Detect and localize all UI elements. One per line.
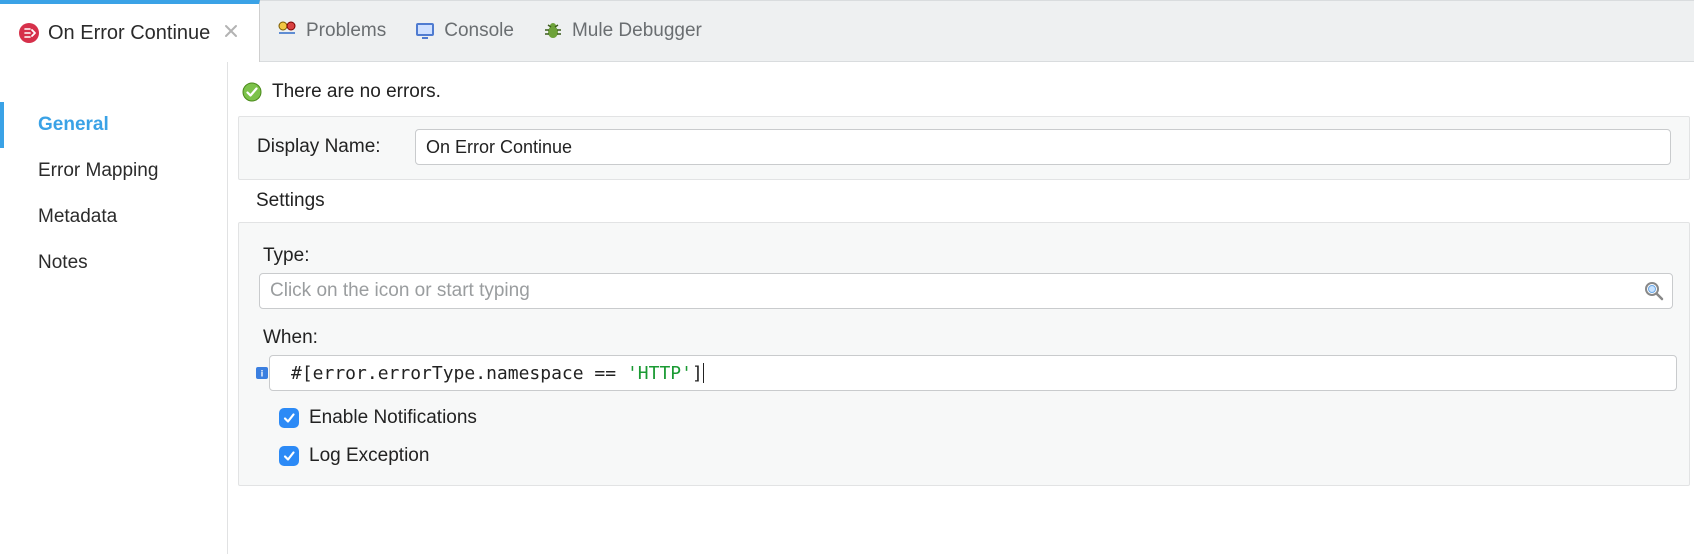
enable-notifications-label: Enable Notifications bbox=[309, 407, 477, 429]
body-row: General Error Mapping Metadata Notes The… bbox=[0, 62, 1694, 554]
status-line: There are no errors. bbox=[234, 74, 1694, 110]
enable-notifications-row: Enable Notifications bbox=[251, 407, 1677, 429]
view-label: Console bbox=[444, 20, 514, 42]
log-exception-checkbox[interactable] bbox=[279, 446, 299, 466]
settings-section: Type: When: bbox=[238, 222, 1690, 486]
bug-icon bbox=[542, 20, 564, 42]
when-field: When: i #[error.errorType.namespace == '… bbox=[251, 327, 1677, 391]
type-label: Type: bbox=[255, 245, 1677, 267]
log-exception-label: Log Exception bbox=[309, 445, 429, 467]
svg-text:i: i bbox=[261, 369, 264, 379]
type-input[interactable] bbox=[259, 273, 1673, 309]
view-mule-debugger[interactable]: Mule Debugger bbox=[542, 20, 702, 42]
sidebar-item-label: Metadata bbox=[38, 206, 117, 227]
close-icon[interactable] bbox=[224, 24, 238, 43]
log-exception-row: Log Exception bbox=[251, 445, 1677, 467]
status-text: There are no errors. bbox=[272, 81, 441, 103]
sidebar-item-error-mapping[interactable]: Error Mapping bbox=[0, 148, 227, 194]
type-input-wrap bbox=[255, 273, 1677, 309]
when-input[interactable] bbox=[269, 355, 1677, 391]
views-bar: Problems Console Mule Debugger bbox=[260, 0, 1694, 62]
type-field: Type: bbox=[251, 245, 1677, 309]
display-name-row: Display Name: bbox=[257, 129, 1671, 165]
when-input-wrap: i #[error.errorType.namespace == 'HTTP'] bbox=[255, 355, 1677, 391]
view-label: Mule Debugger bbox=[572, 20, 702, 42]
display-name-section: Display Name: bbox=[238, 116, 1690, 180]
sidebar: General Error Mapping Metadata Notes bbox=[0, 62, 228, 554]
error-continue-icon bbox=[18, 22, 40, 44]
settings-title: Settings bbox=[234, 190, 1694, 216]
display-name-input[interactable] bbox=[415, 129, 1671, 165]
sidebar-item-label: Error Mapping bbox=[38, 160, 158, 181]
sidebar-item-label: Notes bbox=[38, 252, 88, 273]
info-icon: i bbox=[255, 366, 269, 380]
console-icon bbox=[414, 20, 436, 42]
view-problems[interactable]: Problems bbox=[276, 20, 386, 42]
editor-tab-title: On Error Continue bbox=[48, 22, 210, 45]
when-label: When: bbox=[255, 327, 1677, 349]
problems-icon bbox=[276, 20, 298, 42]
ok-check-icon bbox=[242, 82, 262, 102]
sidebar-item-general[interactable]: General bbox=[0, 102, 227, 148]
editor-tab-on-error-continue[interactable]: On Error Continue bbox=[0, 0, 260, 62]
sidebar-item-label: General bbox=[38, 114, 109, 135]
view-console[interactable]: Console bbox=[414, 20, 514, 42]
view-label: Problems bbox=[306, 20, 386, 42]
top-row: On Error Continue Problems bbox=[0, 0, 1694, 62]
display-name-label: Display Name: bbox=[257, 136, 397, 158]
content-area: There are no errors. Display Name: Setti… bbox=[228, 62, 1694, 554]
sidebar-item-metadata[interactable]: Metadata bbox=[0, 194, 227, 240]
search-icon[interactable] bbox=[1643, 280, 1665, 302]
sidebar-item-notes[interactable]: Notes bbox=[0, 240, 227, 286]
enable-notifications-checkbox[interactable] bbox=[279, 408, 299, 428]
